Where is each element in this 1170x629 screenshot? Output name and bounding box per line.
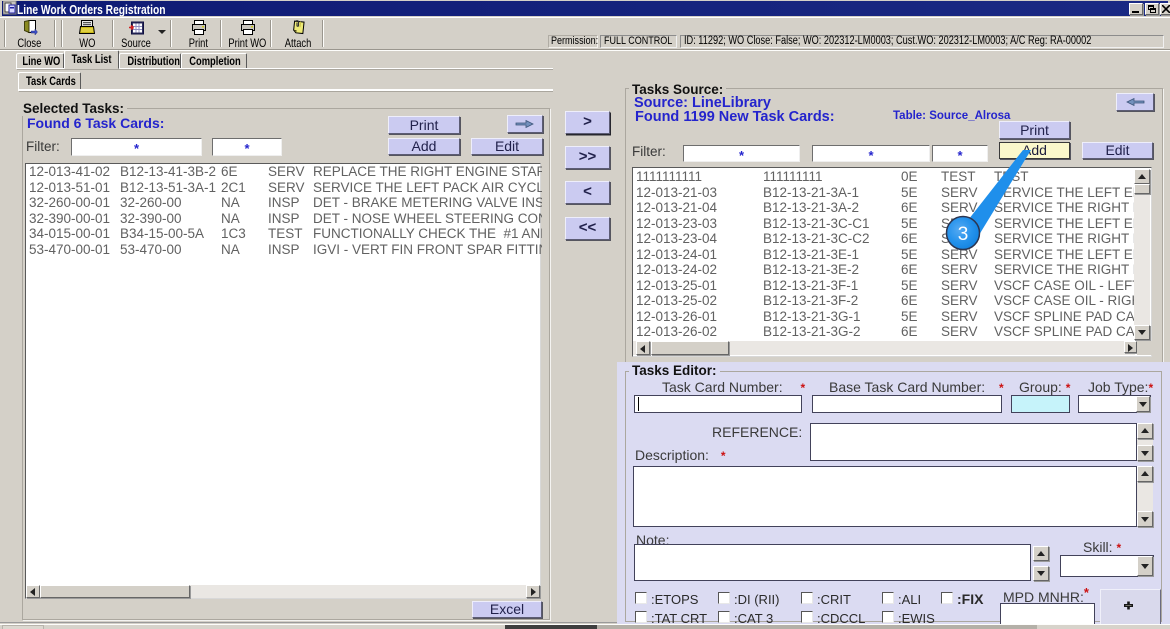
svg-text:3: 3 — [958, 224, 969, 245]
